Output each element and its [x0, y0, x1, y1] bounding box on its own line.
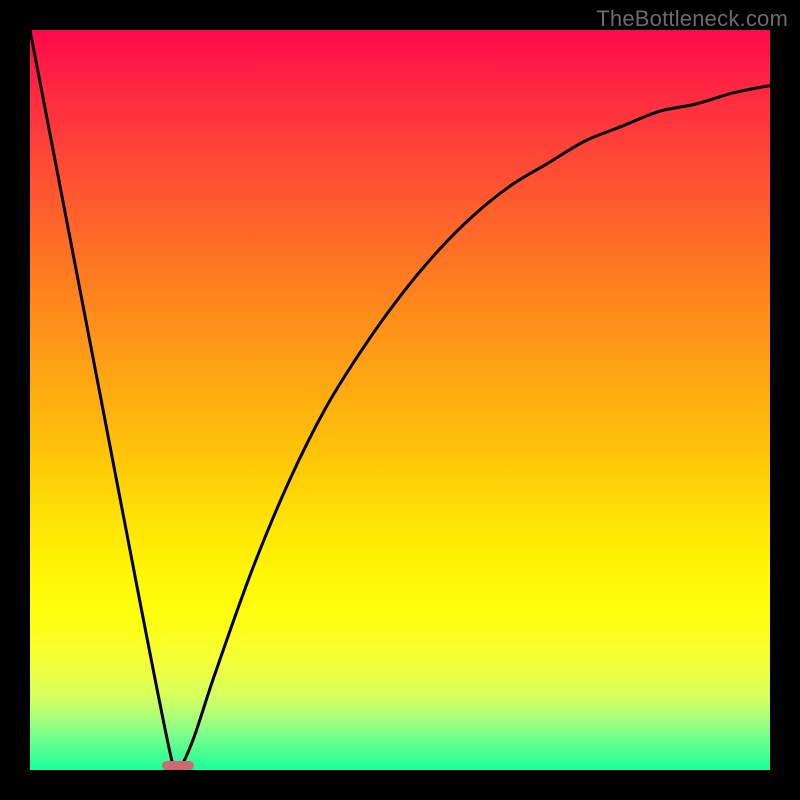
chart-frame: TheBottleneck.com [0, 0, 800, 800]
curve-path [30, 30, 770, 774]
watermark-text: TheBottleneck.com [596, 6, 788, 32]
bottleneck-curve [30, 30, 770, 770]
plot-area [30, 30, 770, 770]
optimum-marker [162, 761, 193, 770]
